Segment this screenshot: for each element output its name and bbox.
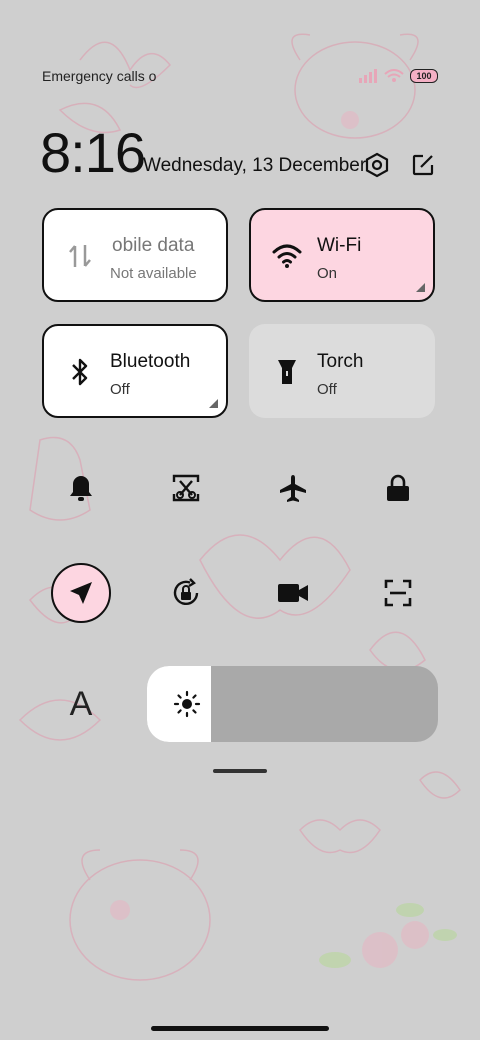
location-icon[interactable] <box>51 563 111 623</box>
tile-title: Bluetooth <box>110 351 191 372</box>
tile-subtitle: Off <box>317 381 337 398</box>
lock-icon[interactable] <box>368 458 428 518</box>
torch-icon <box>271 356 303 388</box>
clock-time: 8:16 <box>40 121 146 184</box>
signal-icon <box>359 69 377 83</box>
status-bar-carrier-text: Emergency calls o <box>42 68 157 84</box>
scanner-icon[interactable] <box>368 563 428 623</box>
bluetooth-icon <box>64 356 96 388</box>
navigation-gesture-bar[interactable] <box>151 1026 329 1031</box>
tile-mobile-data[interactable]: obile data Not available <box>42 208 228 302</box>
tile-subtitle: Off <box>110 381 130 398</box>
expand-corner-icon[interactable] <box>416 283 425 292</box>
panel-drag-handle[interactable] <box>213 769 267 773</box>
edit-icon[interactable] <box>408 150 438 180</box>
tile-subtitle: On <box>317 265 338 282</box>
tile-title: obile data <box>112 235 195 256</box>
tile-subtitle: Not available <box>110 265 197 282</box>
battery-icon: 100 <box>410 69 438 83</box>
screenshot-icon[interactable] <box>156 458 216 518</box>
mobile-data-icon <box>64 240 96 272</box>
tile-title: Torch <box>317 351 364 372</box>
settings-icon[interactable] <box>362 150 392 180</box>
tile-title: Wi-Fi <box>317 235 362 256</box>
status-bar-icons: 100 <box>358 64 438 88</box>
expand-corner-icon[interactable] <box>209 399 218 408</box>
bell-icon[interactable] <box>51 458 111 518</box>
wifi-icon <box>271 240 303 272</box>
wifi-icon <box>384 69 404 82</box>
video-camera-icon[interactable] <box>263 563 323 623</box>
brightness-slider[interactable] <box>147 666 438 742</box>
rotation-lock-icon[interactable] <box>156 563 216 623</box>
sun-icon <box>173 690 201 718</box>
date-label: Wednesday, 13 December <box>143 155 367 176</box>
tile-wifi[interactable]: Wi-Fi On <box>249 208 435 302</box>
tile-bluetooth[interactable]: Bluetooth Off <box>42 324 228 418</box>
tile-torch[interactable]: Torch Off <box>249 324 435 418</box>
airplane-icon[interactable] <box>263 458 323 518</box>
font-size-button[interactable]: A <box>55 678 107 730</box>
